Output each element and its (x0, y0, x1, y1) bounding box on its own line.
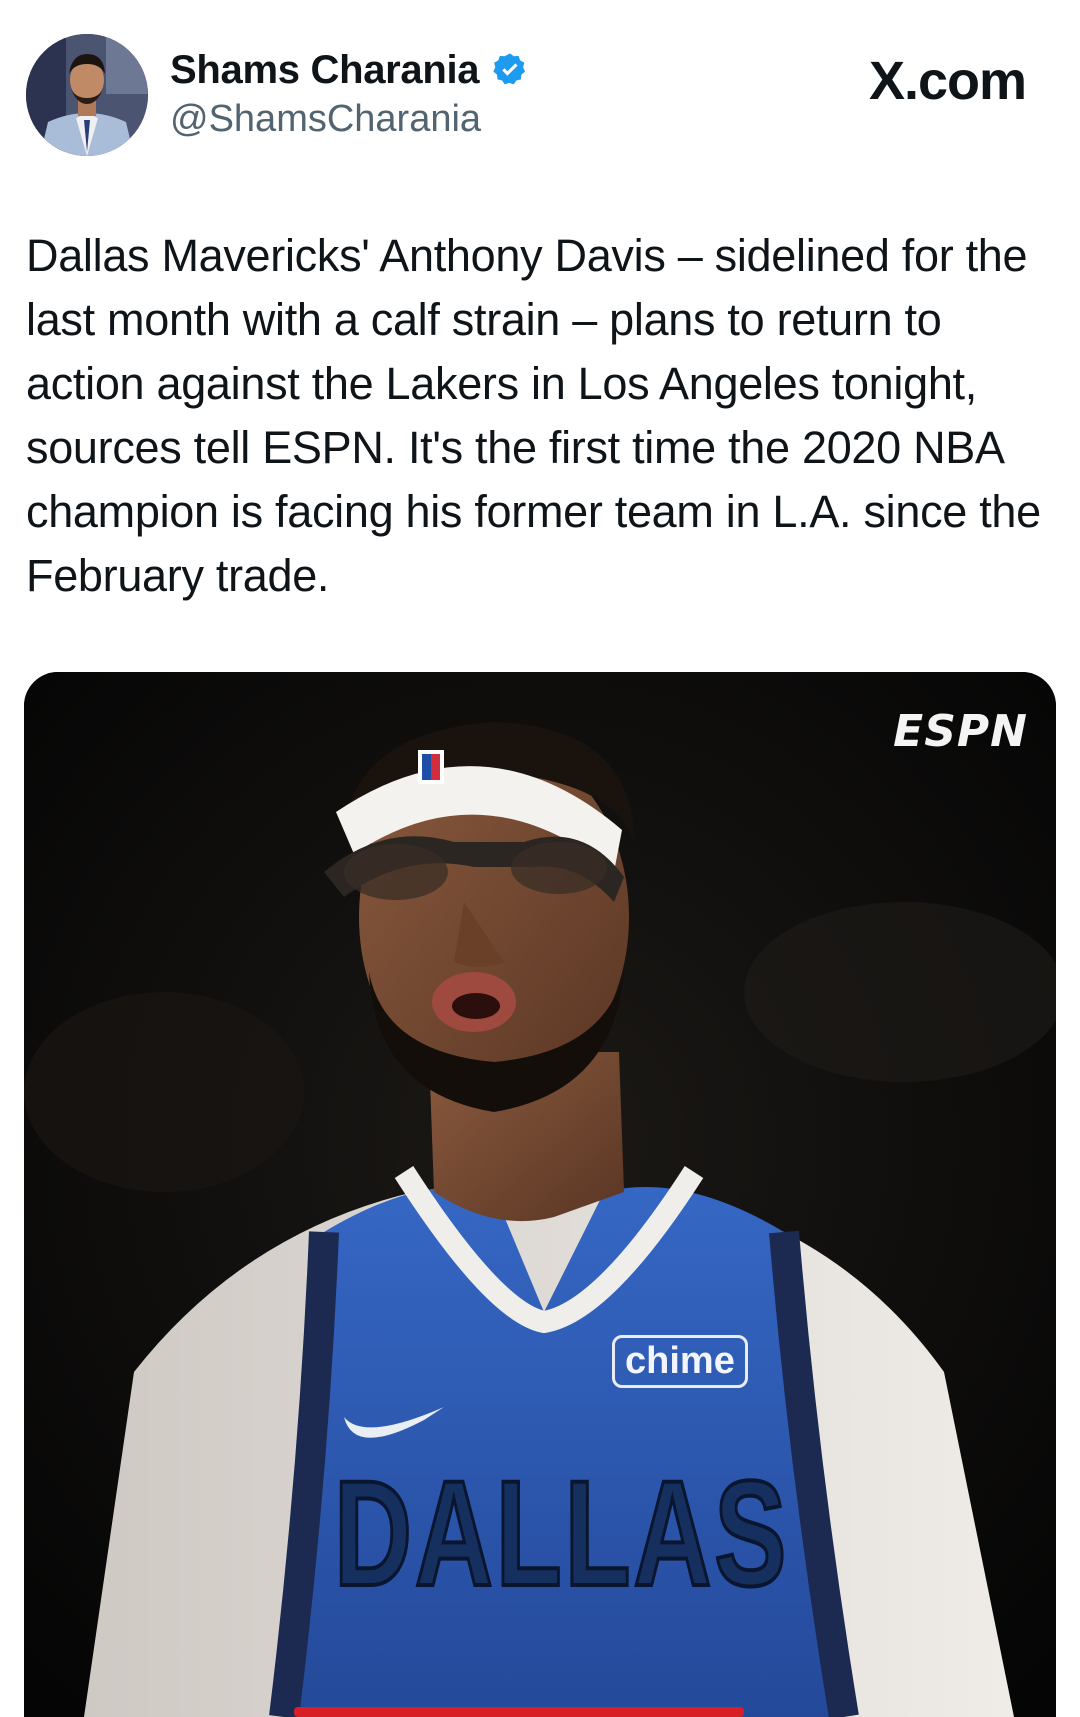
jersey-sponsor-label: chime (612, 1335, 748, 1388)
author-name-row[interactable]: Shams Charania (170, 44, 529, 96)
espn-logo: ESPN (893, 706, 1028, 757)
verified-badge-icon (491, 51, 529, 89)
tweet-header: Shams Charania @ShamsCharania X.com (0, 0, 1080, 180)
tweet-media-image[interactable]: ESPN chime DALLAS (24, 672, 1056, 1717)
author-display-name[interactable]: Shams Charania (170, 48, 480, 93)
tweet-text: Dallas Mavericks' Anthony Davis – sideli… (26, 230, 1041, 601)
site-label: X.com (868, 51, 1027, 111)
avatar-portrait-icon (26, 34, 148, 156)
author-avatar[interactable] (26, 34, 148, 156)
author-handle[interactable]: @ShamsCharania (170, 98, 481, 141)
jersey-wordmark: DALLAS (333, 1447, 790, 1619)
